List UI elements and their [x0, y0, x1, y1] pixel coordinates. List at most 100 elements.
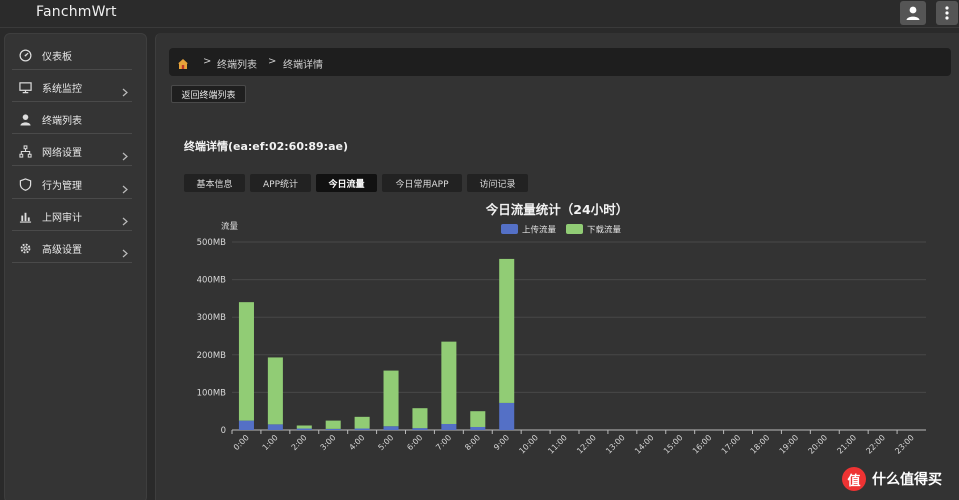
x-tick-label: 16:00 — [691, 433, 714, 456]
y-tick-label: 500MB — [197, 238, 227, 248]
sidebar-item-label: 终端列表 — [42, 116, 82, 127]
breadcrumb-item-terminal-list[interactable]: 终端列表 — [217, 56, 257, 71]
sidebar-item-dashboard[interactable]: 仪表板 — [12, 42, 132, 70]
breadcrumb-separator: > — [268, 56, 277, 67]
y-tick-label: 0 — [221, 426, 226, 436]
x-tick-label: 10:00 — [517, 433, 540, 456]
sidebar-item-label: 仪表板 — [42, 52, 72, 63]
bar-download — [267, 357, 283, 425]
sidebar-item-label: 行为管理 — [42, 181, 82, 192]
chart-title: 今日流量统计（24小时） — [485, 202, 628, 217]
back-to-list-button[interactable]: 返回终端列表 — [171, 85, 246, 103]
bar-upload — [354, 428, 370, 430]
sidebar-item-internet-audit[interactable]: 上网审计 — [12, 203, 132, 231]
sidebar-item-label: 高级设置 — [42, 245, 82, 256]
x-tick-label: 18:00 — [749, 433, 772, 456]
bar-download — [354, 416, 370, 429]
chevron-right-icon — [122, 179, 128, 198]
y-axis-label: 流量 — [221, 221, 239, 232]
bar-upload — [267, 424, 283, 430]
x-tick-label: 2:00 — [290, 433, 309, 452]
bar-download — [325, 420, 341, 429]
app-title: FanchmWrt — [36, 4, 117, 20]
x-tick-label: 14:00 — [633, 433, 656, 456]
sidebar-item-network-settings[interactable]: 网络设置 — [12, 138, 132, 166]
tab-basic-info[interactable]: 基本信息 — [184, 174, 245, 192]
x-tick-label: 4:00 — [347, 433, 366, 452]
y-tick-label: 100MB — [197, 388, 227, 398]
chevron-right-icon — [122, 211, 128, 230]
breadcrumb-separator: > — [203, 56, 212, 67]
tab-app-stats[interactable]: APP统计 — [250, 174, 311, 192]
x-tick-label: 7:00 — [434, 433, 453, 452]
chevron-right-icon — [122, 243, 128, 262]
sidebar — [4, 33, 147, 500]
tab-visit-records[interactable]: 访问记录 — [467, 174, 528, 192]
x-tick-label: 8:00 — [463, 433, 482, 452]
sidebar-item-label: 上网审计 — [42, 213, 82, 224]
home-icon[interactable] — [177, 55, 189, 74]
y-tick-label: 300MB — [197, 313, 227, 323]
bar-upload — [499, 402, 515, 430]
tab-today-traffic[interactable]: 今日流量 — [316, 174, 377, 192]
x-tick-label: 6:00 — [405, 433, 424, 452]
bar-download — [499, 258, 515, 403]
shield-icon — [18, 178, 32, 192]
x-tick-label: 15:00 — [662, 433, 685, 456]
x-tick-label: 11:00 — [546, 433, 569, 456]
x-tick-label: 5:00 — [376, 433, 395, 452]
watermark-logo: 值 — [842, 467, 866, 491]
x-tick-label: 0:00 — [232, 433, 251, 452]
user-icon — [18, 113, 32, 127]
user-avatar-button[interactable] — [900, 1, 926, 25]
watermark-text: 什么值得买 — [872, 472, 942, 488]
bar-upload — [412, 428, 428, 430]
legend-label: 上传流量 — [522, 225, 557, 236]
bar-upload — [296, 428, 312, 430]
x-tick-label: 13:00 — [604, 433, 627, 456]
x-tick-label: 1:00 — [261, 433, 280, 452]
chevron-right-icon — [122, 146, 128, 165]
bar-upload — [470, 426, 486, 430]
sidebar-item-terminal-list[interactable]: 终端列表 — [12, 106, 132, 134]
x-tick-label: 17:00 — [720, 433, 743, 456]
bar-download — [470, 411, 486, 427]
monitor-icon — [18, 81, 32, 95]
traffic-chart: 今日流量统计（24小时） 上传流量 下载流量 流量 0 100MB 200MB 300MB 40… — [170, 196, 945, 468]
more-menu-button[interactable] — [936, 1, 958, 25]
user-icon — [906, 6, 920, 20]
x-tick-label: 21:00 — [835, 433, 858, 456]
sidebar-item-behavior-management[interactable]: 行为管理 — [12, 171, 132, 199]
bar-upload — [441, 423, 457, 430]
sidebar-item-advanced-settings[interactable]: 高级设置 — [12, 235, 132, 263]
x-tick-label: 23:00 — [893, 433, 916, 456]
sidebar-item-label: 系统监控 — [42, 84, 82, 95]
audit-icon — [18, 210, 32, 224]
x-tick-label: 12:00 — [575, 433, 598, 456]
gear-icon — [18, 242, 32, 256]
bar-upload — [238, 420, 254, 430]
tab-today-apps[interactable]: 今日常用APP — [382, 174, 462, 192]
legend-swatch — [501, 224, 518, 234]
page-title: 终端详情(ea:ef:02:60:89:ae) — [184, 140, 348, 153]
x-tick-label: 3:00 — [319, 433, 338, 452]
bar-download — [441, 341, 457, 424]
sidebar-item-label: 网络设置 — [42, 148, 82, 159]
sidebar-item-system-monitor[interactable]: 系统监控 — [12, 74, 132, 102]
bar-download — [383, 370, 399, 427]
bar-upload — [383, 426, 399, 430]
bar-download — [412, 408, 428, 429]
legend-label: 下载流量 — [587, 225, 622, 236]
breadcrumb: > 终端列表 > 终端详情 — [169, 48, 951, 76]
legend-swatch — [566, 224, 583, 234]
y-tick-label: 400MB — [197, 276, 227, 286]
bar-upload — [325, 428, 341, 430]
dashboard-icon — [18, 49, 32, 63]
x-tick-label: 22:00 — [864, 433, 887, 456]
kebab-icon — [945, 6, 949, 20]
y-tick-label: 200MB — [197, 351, 227, 361]
bar-download — [238, 302, 254, 421]
x-tick-label: 9:00 — [492, 433, 511, 452]
network-icon — [18, 145, 32, 159]
x-tick-label: 19:00 — [778, 433, 801, 456]
